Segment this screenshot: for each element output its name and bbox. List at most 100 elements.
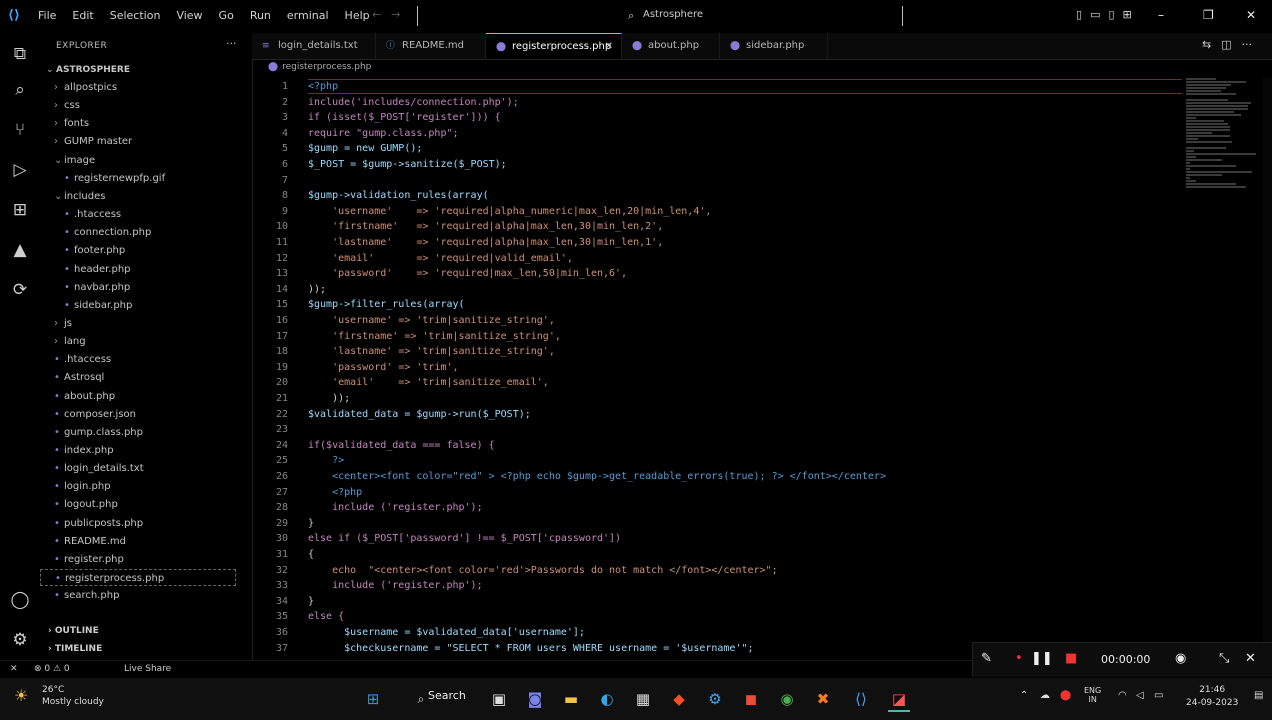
split-editor-icon[interactable]: ◫ bbox=[1221, 38, 1231, 51]
toggle-panel-icon[interactable]: ▭ bbox=[1090, 8, 1100, 21]
file-item[interactable]: • gump.class.php bbox=[54, 424, 143, 441]
close-recorder-icon[interactable]: ✕ bbox=[1245, 651, 1256, 666]
file-item[interactable]: • index.php bbox=[54, 442, 114, 459]
pen-icon[interactable]: ✎ bbox=[981, 651, 992, 666]
run-debug-icon[interactable]: ▷ bbox=[9, 159, 31, 181]
menu-view[interactable]: View bbox=[168, 9, 210, 22]
menu-edit[interactable]: Edit bbox=[64, 9, 101, 22]
folder-item[interactable]: ⌄ image bbox=[54, 152, 95, 169]
tab-readme[interactable]: ⓘ README.md bbox=[376, 33, 486, 59]
clock[interactable]: 21:46 24-09-2023 bbox=[1186, 684, 1238, 710]
explorer-more-button[interactable]: ··· bbox=[226, 37, 237, 50]
folder-item[interactable]: › css bbox=[54, 97, 80, 114]
file-item[interactable]: • login_details.txt bbox=[54, 460, 144, 477]
extensions-icon[interactable]: ⊞ bbox=[9, 199, 31, 221]
back-arrow-icon[interactable]: ← bbox=[372, 8, 391, 21]
nav-arrows[interactable]: ←→ bbox=[372, 8, 410, 21]
folder-item[interactable]: ⌄ includes bbox=[54, 188, 105, 205]
file-item[interactable]: • header.php bbox=[64, 261, 131, 278]
file-item[interactable]: • navbar.php bbox=[64, 279, 130, 296]
breadcrumb[interactable]: ⬤ registerprocess.php bbox=[268, 62, 371, 72]
app-icon[interactable]: ⚙ bbox=[704, 688, 726, 710]
toggle-secondary-sidebar-icon[interactable]: ▯ bbox=[1108, 8, 1114, 21]
app-icon[interactable]: ◆ bbox=[668, 688, 690, 710]
manage-gear-icon[interactable]: ⚙ bbox=[9, 629, 31, 651]
forward-arrow-icon[interactable]: → bbox=[391, 8, 410, 21]
close-window-button[interactable]: ✕ bbox=[1246, 8, 1256, 22]
battery-icon[interactable]: ▭ bbox=[1154, 690, 1163, 701]
vscode-taskbar-icon[interactable]: ⟨⟩ bbox=[850, 688, 872, 710]
taskbar-search[interactable]: Search bbox=[428, 689, 466, 702]
file-item[interactable]: • search.php bbox=[54, 587, 119, 604]
outline-section[interactable]: › OUTLINE bbox=[48, 626, 99, 636]
file-item[interactable]: • composer.json bbox=[54, 406, 136, 423]
toggle-sidebar-icon[interactable]: ▯ bbox=[1076, 8, 1082, 21]
code-editor[interactable]: 1 <?php 2 include('includes/connection.php'… bbox=[252, 78, 1182, 660]
menu-go[interactable]: Go bbox=[211, 9, 242, 22]
recording-tray-icon[interactable]: ⬤ bbox=[1060, 690, 1071, 701]
account-icon[interactable]: ◯ bbox=[9, 589, 31, 611]
tab-about[interactable]: ⬤ about.php bbox=[622, 33, 720, 59]
menu-run[interactable]: Run bbox=[242, 9, 279, 22]
app-icon[interactable]: ◼ bbox=[740, 688, 762, 710]
recorder-taskbar-icon[interactable]: ◪ bbox=[888, 688, 910, 712]
tab-sidebar[interactable]: ⬤ sidebar.php bbox=[720, 33, 828, 59]
tab-login-details[interactable]: ≡ login_details.txt bbox=[252, 33, 376, 59]
file-item[interactable]: • Astrosql bbox=[54, 369, 104, 386]
store-icon[interactable]: ▦ bbox=[632, 688, 654, 710]
menu-selection[interactable]: Selection bbox=[102, 9, 169, 22]
minimap[interactable] bbox=[1186, 78, 1256, 188]
remote-explorer-icon[interactable]: ⟳ bbox=[9, 279, 31, 301]
folder-item[interactable]: › lang bbox=[54, 333, 86, 350]
wifi-icon[interactable]: ◠ bbox=[1118, 690, 1127, 701]
close-tab-icon[interactable]: ✕ bbox=[605, 34, 613, 60]
file-item[interactable]: • publicposts.php bbox=[54, 515, 143, 532]
language-indicator[interactable]: ENG IN bbox=[1084, 686, 1101, 704]
azure-icon[interactable]: ▲ bbox=[9, 239, 31, 261]
file-item[interactable]: • register.php bbox=[54, 551, 124, 568]
remote-indicator[interactable]: ✕ bbox=[10, 664, 18, 674]
notification-icon[interactable]: ▤ bbox=[1254, 690, 1263, 701]
file-item[interactable]: • about.php bbox=[54, 388, 115, 405]
problems-indicator[interactable]: ⊗ 0 ⚠ 0 bbox=[34, 664, 70, 674]
command-center-search[interactable]: ⌕ Astrosphere bbox=[417, 6, 903, 26]
file-item[interactable]: • .htaccess bbox=[54, 351, 111, 368]
explorer-icon[interactable]: ⧉ bbox=[9, 43, 31, 65]
file-item[interactable]: • .htaccess bbox=[64, 206, 121, 223]
file-item[interactable]: • README.md bbox=[54, 533, 126, 550]
edge-icon[interactable]: ◐ bbox=[596, 688, 618, 710]
more-actions-icon[interactable]: ··· bbox=[1242, 38, 1253, 51]
folder-item[interactable]: › allpostpics bbox=[54, 79, 117, 96]
camera-icon[interactable]: ◉ bbox=[1175, 651, 1186, 666]
file-explorer-icon[interactable]: ▬ bbox=[560, 688, 582, 710]
source-control-icon[interactable]: ⑂ bbox=[9, 119, 31, 141]
tray-chevron-icon[interactable]: ⌃ bbox=[1020, 690, 1028, 701]
file-item[interactable]: • registernewpfp.gif bbox=[64, 170, 165, 187]
xampp-icon[interactable]: ✖ bbox=[812, 688, 834, 710]
timeline-section[interactable]: › TIMELINE bbox=[48, 644, 102, 654]
live-share-button[interactable]: Live Share bbox=[124, 664, 171, 674]
pause-icon[interactable]: ❚❚ bbox=[1031, 651, 1053, 666]
file-item[interactable]: • footer.php bbox=[64, 242, 125, 259]
folder-item[interactable]: › js bbox=[54, 315, 72, 332]
chrome-icon[interactable]: ◉ bbox=[776, 688, 798, 710]
search-view-icon[interactable]: ⌕ bbox=[9, 79, 31, 101]
customize-layout-icon[interactable]: ⊞ bbox=[1123, 8, 1132, 21]
workspace-root[interactable]: ⌄ ASTROSPHERE bbox=[46, 62, 130, 79]
file-item[interactable]: • registerprocess.php bbox=[40, 569, 236, 587]
file-item[interactable]: • login.php bbox=[54, 478, 111, 495]
menu-terminal[interactable]: erminal bbox=[279, 9, 337, 22]
chat-icon[interactable]: ◙ bbox=[524, 688, 546, 710]
editor-scrollbar[interactable] bbox=[1262, 78, 1272, 660]
file-item[interactable]: • logout.php bbox=[54, 496, 118, 513]
menu-file[interactable]: File bbox=[30, 9, 64, 22]
collapse-icon[interactable]: ⤡ bbox=[1219, 651, 1229, 666]
volume-icon[interactable]: ◁ bbox=[1136, 690, 1144, 701]
compare-icon[interactable]: ⇆ bbox=[1202, 38, 1211, 51]
minimize-button[interactable]: – bbox=[1158, 8, 1164, 22]
folder-item[interactable]: › fonts bbox=[54, 115, 89, 132]
stop-icon[interactable]: ■ bbox=[1065, 651, 1077, 666]
start-icon[interactable]: ⊞ bbox=[362, 688, 384, 710]
maximize-button[interactable]: ❐ bbox=[1203, 8, 1214, 22]
tab-registerprocess[interactable]: ⬤ registerprocess.php ✕ bbox=[486, 33, 622, 59]
